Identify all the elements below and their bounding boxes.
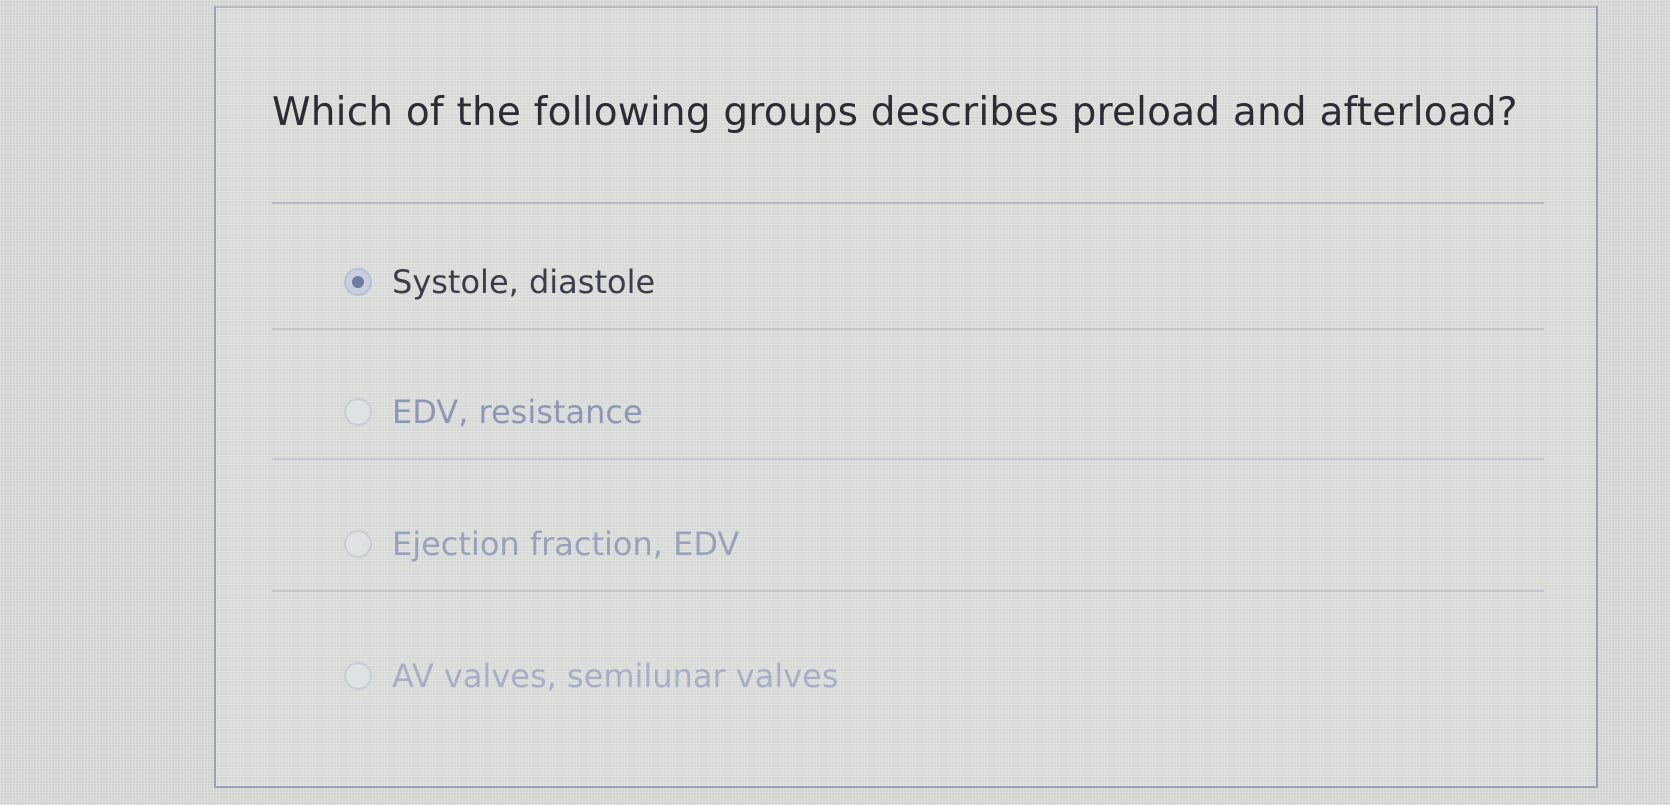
- option-ejection-fraction-edv[interactable]: Ejection fraction, EDV: [344, 514, 739, 574]
- radio-icon[interactable]: [344, 530, 372, 558]
- option-divider: [272, 458, 1544, 460]
- question-divider: [272, 202, 1544, 204]
- radio-icon[interactable]: [344, 662, 372, 690]
- radio-icon[interactable]: [344, 398, 372, 426]
- question-card: Which of the following groups describes …: [214, 6, 1598, 788]
- option-label: Ejection fraction, EDV: [392, 525, 740, 563]
- option-systole-diastole[interactable]: Systole, diastole: [344, 252, 655, 312]
- option-divider: [272, 328, 1544, 330]
- option-label: AV valves, semilunar valves: [392, 657, 839, 695]
- option-label: EDV, resistance: [392, 393, 643, 431]
- option-av-semilunar-valves[interactable]: AV valves, semilunar valves: [344, 646, 839, 706]
- screen: Which of the following groups describes …: [0, 0, 1670, 805]
- question-text: Which of the following groups describes …: [272, 90, 1518, 135]
- radio-selected-icon[interactable]: [344, 268, 372, 296]
- option-divider: [272, 590, 1544, 592]
- option-label: Systole, diastole: [392, 263, 656, 301]
- option-edv-resistance[interactable]: EDV, resistance: [344, 382, 643, 442]
- card-top-border: [216, 6, 1596, 8]
